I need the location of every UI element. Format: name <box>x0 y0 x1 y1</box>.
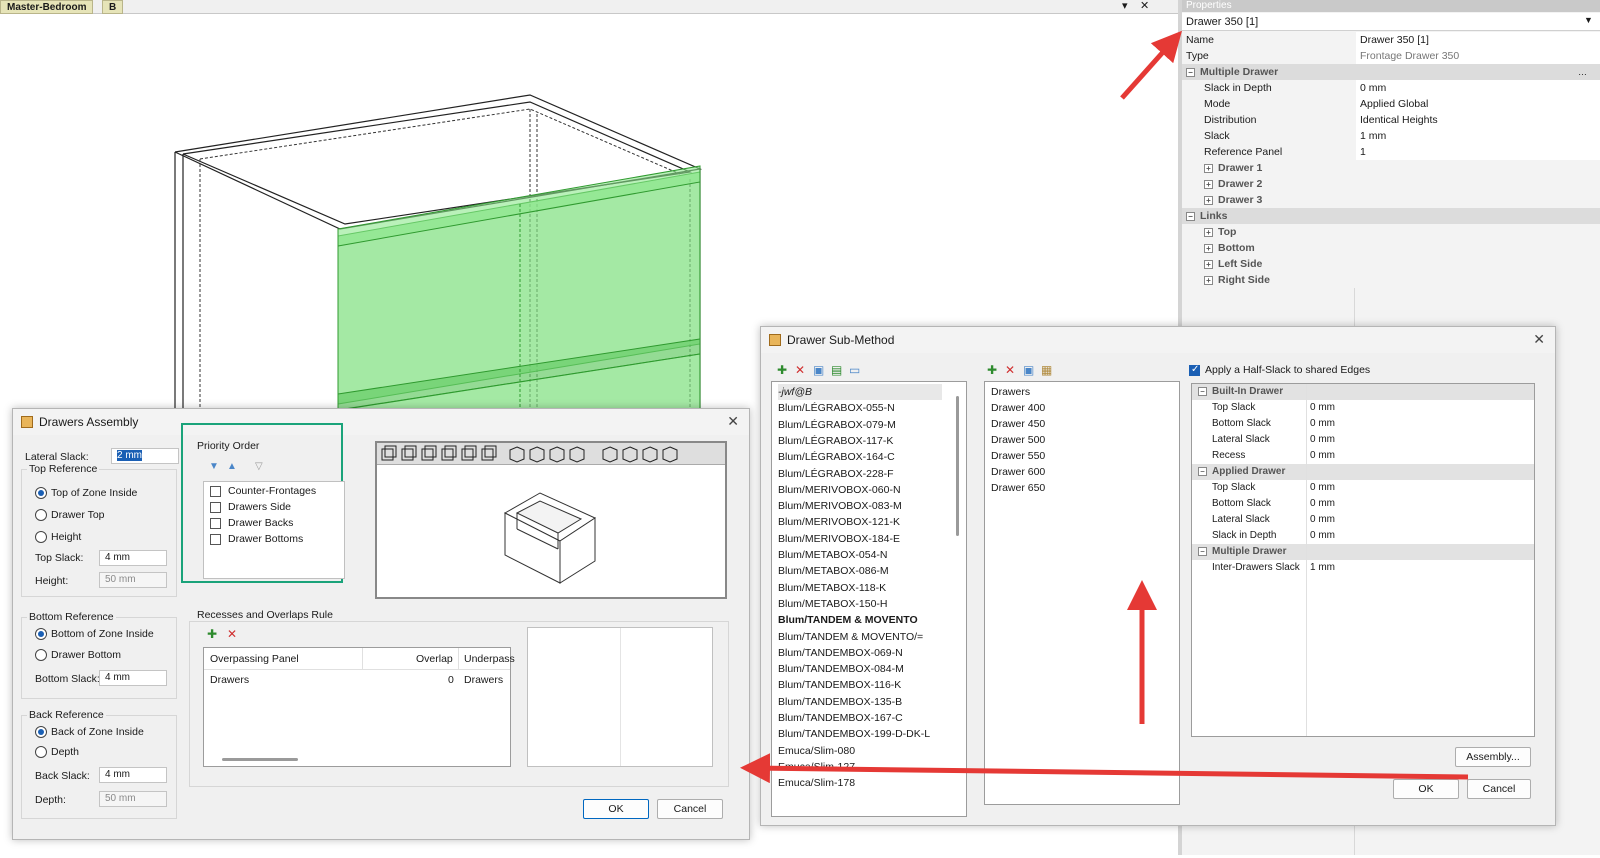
annotation-arrows <box>740 30 1469 784</box>
arrow-to-assembly <box>740 753 1469 784</box>
arrow-to-selector <box>1120 30 1182 100</box>
